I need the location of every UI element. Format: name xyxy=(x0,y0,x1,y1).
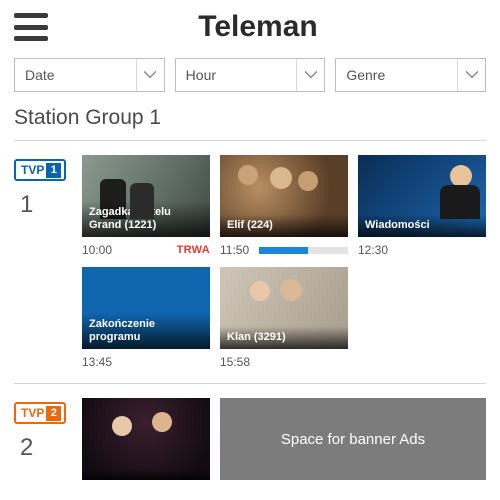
program-time: 15:58 xyxy=(220,355,250,369)
chevron-down-icon xyxy=(457,59,485,91)
date-select[interactable]: Date xyxy=(14,58,165,92)
program-card[interactable] xyxy=(82,398,210,480)
program-card[interactable]: Wiadomości 12:30 xyxy=(358,155,486,257)
logo-text: TVP xyxy=(21,407,44,419)
program-title: Wiadomości xyxy=(358,214,486,237)
station-number: 1 xyxy=(14,191,33,219)
date-select-label: Date xyxy=(25,67,55,83)
genre-select[interactable]: Genre xyxy=(335,58,486,92)
program-title: Zakończenie programu xyxy=(82,313,210,349)
program-time: 11:50 xyxy=(220,243,249,257)
logo-text: TVP xyxy=(21,164,44,176)
program-title: Zagadka Hotelu Grand (1221) xyxy=(82,201,210,237)
live-badge: TRWA xyxy=(177,244,210,256)
chevron-down-icon xyxy=(136,59,164,91)
station-logo-tvp2[interactable]: TVP 2 xyxy=(14,402,66,424)
program-thumbnail: Wiadomości xyxy=(358,155,486,237)
hour-select[interactable]: Hour xyxy=(175,58,326,92)
program-time: 12:30 xyxy=(358,243,388,257)
program-thumbnail: Klan (3291) xyxy=(220,267,348,349)
program-title: Elif (224) xyxy=(220,214,348,237)
station-row: TVP 1 1 Zagadka Hotelu Grand (1221) 10:0… xyxy=(0,141,500,369)
program-card[interactable]: Zagadka Hotelu Grand (1221) 10:00 TRWA xyxy=(82,155,210,257)
station-logo-tvp1[interactable]: TVP 1 xyxy=(14,159,66,181)
progress-bar xyxy=(259,247,348,254)
chevron-down-icon xyxy=(296,59,324,91)
station-number: 2 xyxy=(14,434,33,462)
program-time: 10:00 xyxy=(82,243,112,257)
station-row: TVP 2 2 Space for banner Ads xyxy=(0,384,500,480)
program-card[interactable]: Elif (224) 11:50 xyxy=(220,155,348,257)
program-time: 13:45 xyxy=(82,355,112,369)
program-title: Klan (3291) xyxy=(220,326,348,349)
hour-select-label: Hour xyxy=(186,67,216,83)
program-thumbnail: Elif (224) xyxy=(220,155,348,237)
station-group-title: Station Group 1 xyxy=(0,100,500,140)
app-title: Teleman xyxy=(30,10,486,44)
ad-banner[interactable]: Space for banner Ads xyxy=(220,398,486,480)
program-card[interactable]: Klan (3291) 15:58 xyxy=(220,267,348,369)
logo-badge: 2 xyxy=(46,406,61,421)
program-thumbnail: Zakończenie programu xyxy=(82,267,210,349)
genre-select-label: Genre xyxy=(346,67,385,83)
logo-badge: 1 xyxy=(46,163,61,178)
program-card[interactable]: Zakończenie programu 13:45 xyxy=(82,267,210,369)
program-thumbnail xyxy=(82,398,210,480)
program-title xyxy=(82,470,210,480)
program-thumbnail: Zagadka Hotelu Grand (1221) xyxy=(82,155,210,237)
